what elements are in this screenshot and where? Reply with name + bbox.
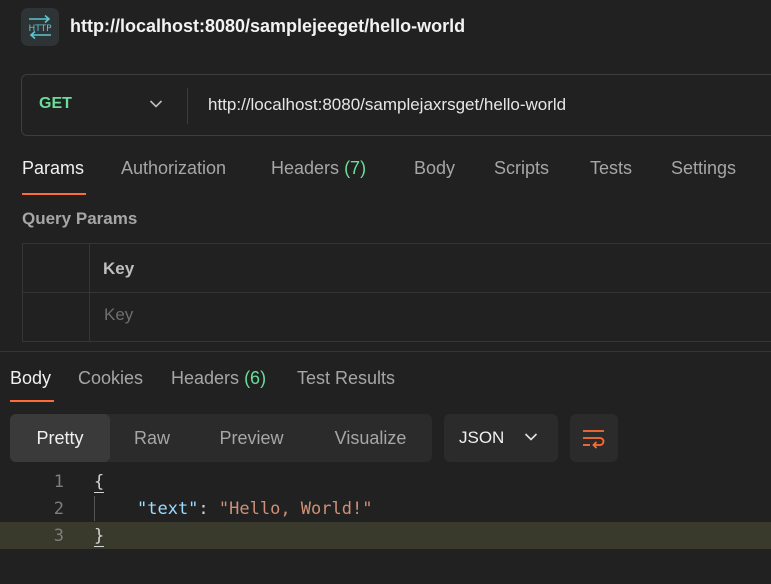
- json-key: "text": [137, 499, 199, 519]
- tab-headers[interactable]: Headers (7): [271, 158, 366, 179]
- code-text: "text": "Hello, World!": [137, 499, 372, 519]
- active-tab-indicator: [22, 193, 86, 195]
- headers-count: (6): [244, 368, 267, 388]
- key-input[interactable]: Key: [104, 305, 133, 325]
- wrap-lines-button[interactable]: [570, 414, 618, 462]
- wrap-lines-icon: [583, 430, 605, 449]
- pretty-button[interactable]: Pretty: [10, 414, 110, 462]
- http-icon: HTTP: [21, 8, 59, 46]
- tab-params[interactable]: Params: [22, 158, 84, 179]
- tab-authorization[interactable]: Authorization: [121, 158, 226, 179]
- request-bar: GET http://localhost:8080/samplejaxrsget…: [21, 74, 771, 136]
- headers-count: (7): [344, 158, 367, 178]
- url-input[interactable]: http://localhost:8080/samplejaxrsget/hel…: [208, 95, 566, 115]
- response-format-label: JSON: [459, 428, 505, 447]
- line-number: 3: [53, 526, 64, 546]
- chevron-down-icon: [524, 433, 538, 441]
- response-body-editor[interactable]: 1 { 2 "text": "Hello, World!" 3 }: [0, 468, 771, 584]
- view-mode-group: Pretty Raw Preview Visualize: [10, 414, 432, 462]
- tab-cookies[interactable]: Cookies: [78, 368, 143, 389]
- postman-window: HTTP http://localhost:8080/samplejeeget/…: [0, 0, 771, 584]
- method-select[interactable]: GET: [39, 95, 72, 113]
- line-number: 2: [53, 499, 64, 519]
- svg-text:HTTP: HTTP: [28, 24, 52, 34]
- tab-body[interactable]: Body: [414, 158, 455, 179]
- response-tabs: Body Cookies Headers (6) Test Results: [0, 368, 771, 404]
- tab-scripts[interactable]: Scripts: [494, 158, 549, 179]
- json-string-value: "Hello, World!": [218, 499, 373, 519]
- active-tab-indicator: [10, 400, 54, 402]
- code-text: {: [94, 472, 105, 493]
- response-format-select[interactable]: JSON: [444, 414, 558, 462]
- code-line: 1 {: [0, 468, 771, 495]
- request-title-bar: HTTP http://localhost:8080/samplejeeget/…: [0, 0, 771, 56]
- page-title: http://localhost:8080/samplejeeget/hello…: [70, 16, 466, 36]
- json-separator: :: [198, 499, 219, 519]
- line-number: 1: [53, 472, 64, 492]
- preview-button[interactable]: Preview: [194, 414, 309, 462]
- chevron-down-icon[interactable]: [149, 99, 163, 109]
- code-line-current: 3 }: [0, 522, 771, 549]
- indent-guide: [94, 496, 95, 521]
- divider: [187, 88, 188, 124]
- query-params-label: Query Params: [22, 209, 138, 228]
- key-column-header: Key: [103, 259, 135, 278]
- tab-response-headers[interactable]: Headers (6): [171, 368, 266, 389]
- code-text: }: [94, 526, 105, 547]
- tab-response-body[interactable]: Body: [10, 368, 51, 389]
- tab-tests[interactable]: Tests: [590, 158, 632, 179]
- tab-settings[interactable]: Settings: [671, 158, 736, 179]
- raw-button[interactable]: Raw: [110, 414, 194, 462]
- tab-test-results[interactable]: Test Results: [297, 368, 395, 389]
- pane-divider[interactable]: [0, 351, 771, 352]
- table-divider: [23, 292, 771, 293]
- request-tabs: Params Authorization Headers (7) Body Sc…: [0, 158, 771, 198]
- code-line: 2 "text": "Hello, World!": [0, 495, 771, 522]
- visualize-button[interactable]: Visualize: [309, 414, 432, 462]
- query-params-table: Key Key: [22, 243, 771, 342]
